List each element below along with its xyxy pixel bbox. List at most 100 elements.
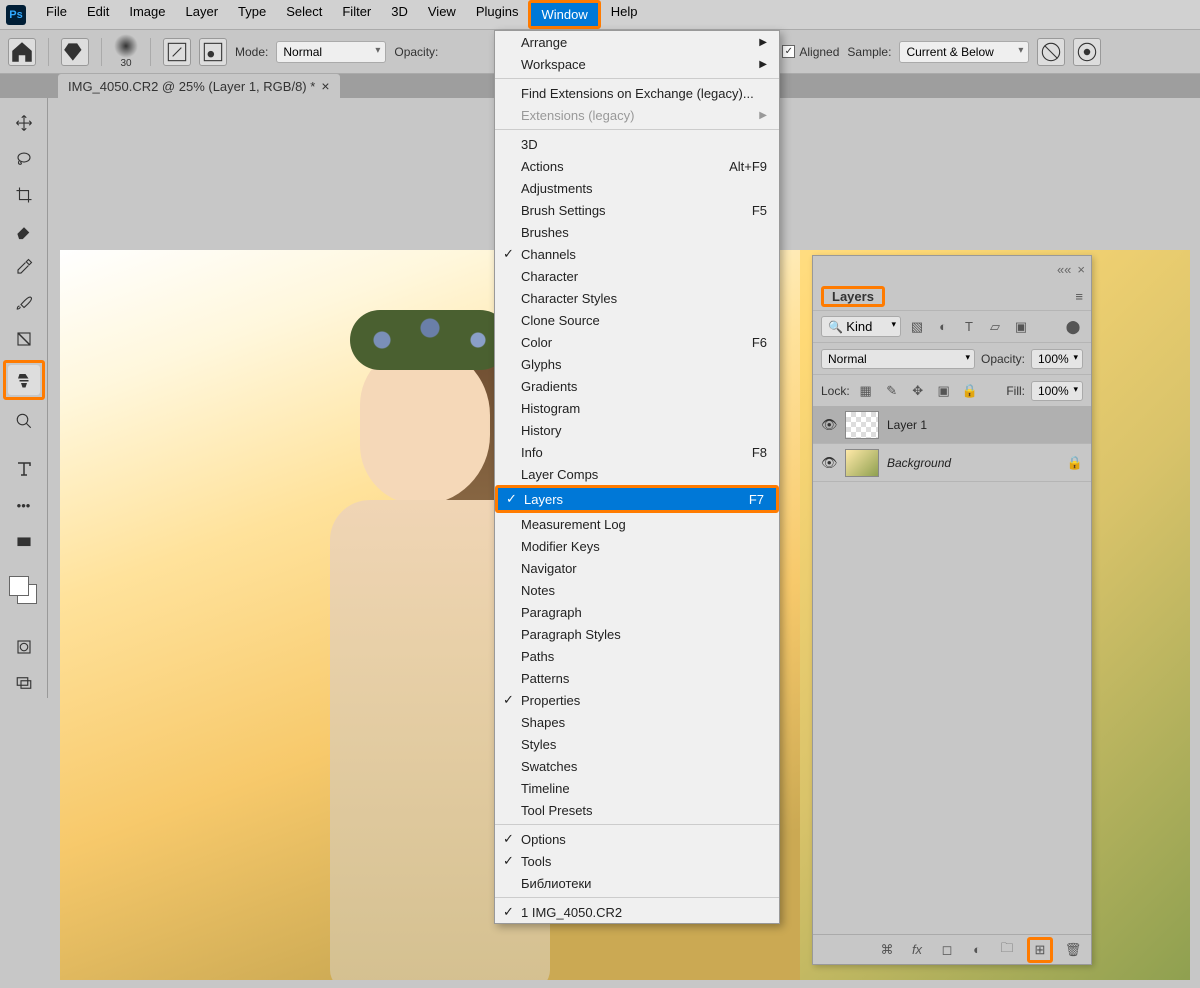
menu-item-patterns[interactable]: Patterns xyxy=(495,667,779,689)
menu-item-measurement-log[interactable]: Measurement Log xyxy=(495,513,779,535)
gradient-tool[interactable] xyxy=(8,324,40,354)
menu-item-brush-settings[interactable]: Brush SettingsF5 xyxy=(495,199,779,221)
menu-item-layer-comps[interactable]: Layer Comps xyxy=(495,463,779,485)
menu-item-clone-source[interactable]: Clone Source xyxy=(495,309,779,331)
menu-plugins[interactable]: Plugins xyxy=(466,0,529,29)
menu-item-options[interactable]: ✓Options xyxy=(495,828,779,850)
menu-item-properties[interactable]: ✓Properties xyxy=(495,689,779,711)
lock-pos-icon[interactable]: ✥ xyxy=(908,381,928,401)
menu-item-tool-presets[interactable]: Tool Presets xyxy=(495,799,779,821)
color-swatches[interactable] xyxy=(9,576,39,606)
filter-pixel-icon[interactable]: ▧ xyxy=(907,317,927,337)
visibility-icon[interactable]: 👁 xyxy=(821,417,837,433)
opacity-value[interactable]: 100% xyxy=(1031,349,1083,369)
layer-row[interactable]: 👁Layer 1 xyxy=(813,406,1091,444)
home-icon[interactable] xyxy=(8,38,36,66)
menu-item-navigator[interactable]: Navigator xyxy=(495,557,779,579)
menu-item-gradients[interactable]: Gradients xyxy=(495,375,779,397)
filter-adj-icon[interactable]: ◐ xyxy=(933,317,953,337)
menu-item-layers[interactable]: ✓LayersF7 xyxy=(498,488,776,510)
ignore-adj-icon[interactable] xyxy=(1037,38,1065,66)
menu-item-color[interactable]: ColorF6 xyxy=(495,331,779,353)
blend-mode-select[interactable]: Normal xyxy=(276,41,386,63)
menu-item-channels[interactable]: ✓Channels xyxy=(495,243,779,265)
adjustment-icon[interactable]: ◐ xyxy=(967,940,987,960)
type-tool[interactable] xyxy=(8,454,40,484)
new-layer-icon[interactable]: ⊞ xyxy=(1030,940,1050,960)
close-icon[interactable]: × xyxy=(321,78,329,94)
screen-mode-tool[interactable] xyxy=(8,668,40,698)
menu-item-tools[interactable]: ✓Tools xyxy=(495,850,779,872)
hand-tool[interactable] xyxy=(8,526,40,556)
menu-view[interactable]: View xyxy=(418,0,466,29)
brush-panel-icon[interactable] xyxy=(163,38,191,66)
menu-item-arrange[interactable]: Arrange▶ xyxy=(495,31,779,53)
aligned-checkbox[interactable]: ✓ xyxy=(782,45,795,58)
menu-3d[interactable]: 3D xyxy=(381,0,418,29)
menu-help[interactable]: Help xyxy=(601,0,648,29)
panel-menu-icon[interactable]: ≡ xyxy=(1075,289,1083,304)
brush-tool[interactable] xyxy=(8,288,40,318)
menu-item-brushes[interactable]: Brushes xyxy=(495,221,779,243)
sample-select[interactable]: Current & Below xyxy=(899,41,1029,63)
menu-item-notes[interactable]: Notes xyxy=(495,579,779,601)
group-icon[interactable]: 🗀 xyxy=(997,940,1017,960)
menu-filter[interactable]: Filter xyxy=(332,0,381,29)
lock-all-icon[interactable]: 🔒 xyxy=(960,381,980,401)
visibility-icon[interactable]: 👁 xyxy=(821,455,837,471)
menu-layer[interactable]: Layer xyxy=(176,0,229,29)
filter-type-select[interactable]: 🔍 Kind xyxy=(821,316,901,337)
menu-item-styles[interactable]: Styles xyxy=(495,733,779,755)
menu-item--[interactable]: Библиотеки xyxy=(495,872,779,894)
menu-item-paragraph[interactable]: Paragraph xyxy=(495,601,779,623)
menu-image[interactable]: Image xyxy=(119,0,175,29)
filter-shape-icon[interactable]: ▱ xyxy=(985,317,1005,337)
menu-item-history[interactable]: History xyxy=(495,419,779,441)
menu-item-find-extensions-on-exchange-legacy-[interactable]: Find Extensions on Exchange (legacy)... xyxy=(495,82,779,104)
layer-row[interactable]: 👁Background🔒 xyxy=(813,444,1091,482)
zoom-tool[interactable] xyxy=(8,406,40,436)
filter-type-icon[interactable]: T xyxy=(959,317,979,337)
pressure-icon[interactable] xyxy=(1073,38,1101,66)
menu-item-histogram[interactable]: Histogram xyxy=(495,397,779,419)
tool-preset-icon[interactable] xyxy=(61,38,89,66)
clone-panel-icon[interactable] xyxy=(199,38,227,66)
more-tools[interactable]: ••• xyxy=(8,490,40,520)
menu-item-modifier-keys[interactable]: Modifier Keys xyxy=(495,535,779,557)
eyedropper-tool[interactable] xyxy=(8,252,40,282)
menu-item-glyphs[interactable]: Glyphs xyxy=(495,353,779,375)
menu-item-paths[interactable]: Paths xyxy=(495,645,779,667)
lock-artboard-icon[interactable]: ▣ xyxy=(934,381,954,401)
close-panel-icon[interactable]: × xyxy=(1077,262,1085,277)
menu-item-info[interactable]: InfoF8 xyxy=(495,441,779,463)
menu-item-character-styles[interactable]: Character Styles xyxy=(495,287,779,309)
crop-tool[interactable] xyxy=(8,180,40,210)
mask-icon[interactable]: ◻ xyxy=(937,940,957,960)
menu-item-adjustments[interactable]: Adjustments xyxy=(495,177,779,199)
menu-item-1-img-4050-cr2[interactable]: ✓1 IMG_4050.CR2 xyxy=(495,901,779,923)
filter-smart-icon[interactable]: ▣ xyxy=(1011,317,1031,337)
fill-value[interactable]: 100% xyxy=(1031,381,1083,401)
menu-type[interactable]: Type xyxy=(228,0,276,29)
menu-select[interactable]: Select xyxy=(276,0,332,29)
layer-thumbnail[interactable] xyxy=(845,411,879,439)
menu-file[interactable]: File xyxy=(36,0,77,29)
lasso-tool[interactable] xyxy=(8,144,40,174)
blend-mode-select[interactable]: Normal xyxy=(821,349,975,369)
menu-item-3d[interactable]: 3D xyxy=(495,133,779,155)
menu-item-shapes[interactable]: Shapes xyxy=(495,711,779,733)
menu-item-swatches[interactable]: Swatches xyxy=(495,755,779,777)
quick-mask-tool[interactable] xyxy=(8,632,40,662)
menu-item-paragraph-styles[interactable]: Paragraph Styles xyxy=(495,623,779,645)
clone-stamp-tool[interactable] xyxy=(8,365,40,395)
fx-icon[interactable]: fx xyxy=(907,940,927,960)
menu-edit[interactable]: Edit xyxy=(77,0,119,29)
link-layers-icon[interactable]: ⌘ xyxy=(877,940,897,960)
menu-item-character[interactable]: Character xyxy=(495,265,779,287)
menu-item-workspace[interactable]: Workspace▶ xyxy=(495,53,779,75)
eraser-tool[interactable] xyxy=(8,216,40,246)
collapse-icon[interactable]: «« xyxy=(1057,262,1071,277)
lock-trans-icon[interactable]: ▦ xyxy=(856,381,876,401)
layers-tab[interactable]: Layers xyxy=(824,285,882,308)
brush-preview-icon[interactable] xyxy=(114,34,138,58)
